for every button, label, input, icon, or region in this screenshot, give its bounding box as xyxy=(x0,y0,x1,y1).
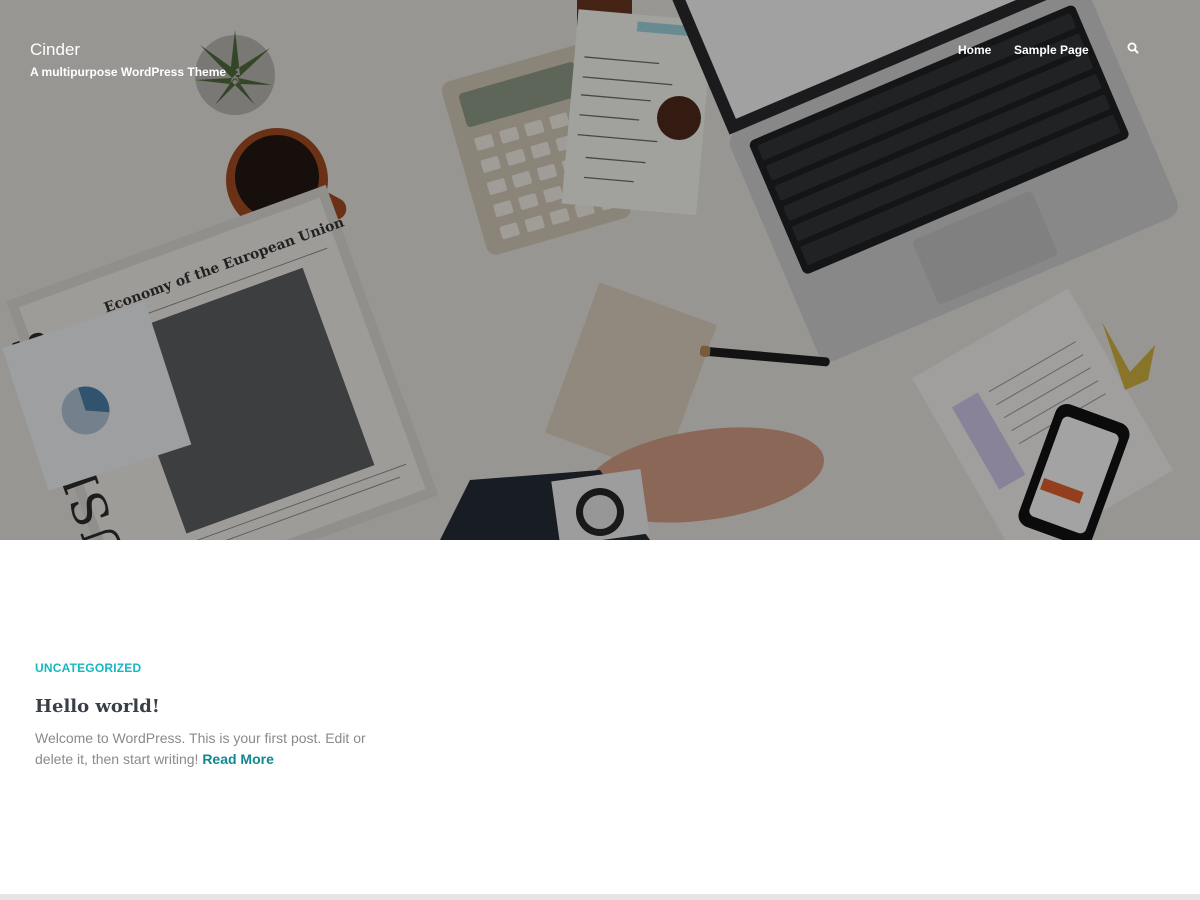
footer-strip xyxy=(0,894,1200,900)
hero-header: BUSINESS Economy of the European Union xyxy=(0,0,1200,540)
post-excerpt: Welcome to WordPress. This is your first… xyxy=(35,728,395,770)
post-excerpt-text: Welcome to WordPress. This is your first… xyxy=(35,730,366,767)
nav-item-home[interactable]: Home xyxy=(958,42,991,58)
nav-item-sample-page[interactable]: Sample Page xyxy=(1014,42,1089,58)
read-more-link[interactable]: Read More xyxy=(202,751,274,767)
hero-dark-overlay xyxy=(0,0,1200,540)
main-navigation: Home Sample Page xyxy=(0,0,1200,80)
post-title[interactable]: Hello world! xyxy=(35,695,395,719)
search-icon xyxy=(1127,42,1139,54)
post-card: UNCATEGORIZED Hello world! Welcome to Wo… xyxy=(35,660,395,770)
post-category-link[interactable]: UNCATEGORIZED xyxy=(35,660,395,676)
search-button[interactable] xyxy=(1125,40,1141,56)
